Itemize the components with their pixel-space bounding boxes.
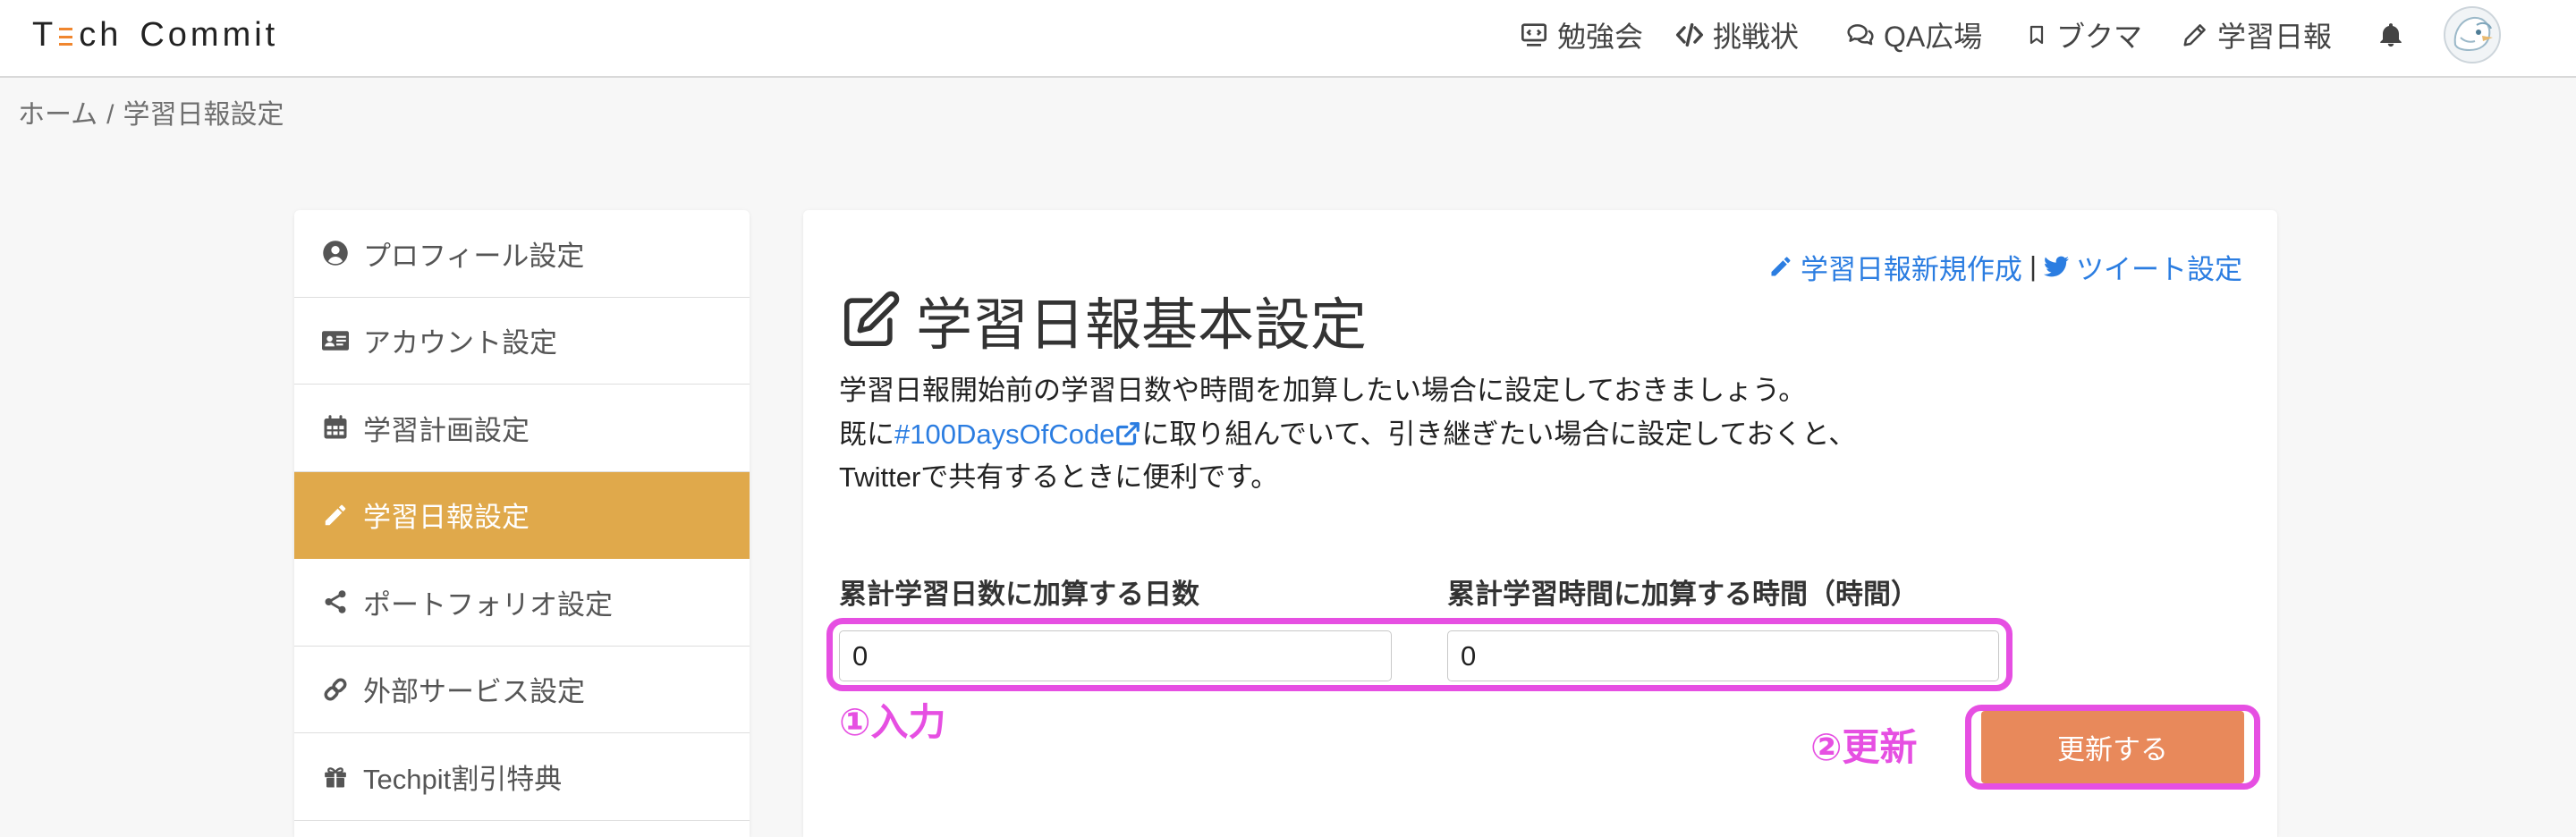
calendar-icon (324, 415, 347, 439)
sidebar-item-account[interactable]: アカウント設定 (294, 298, 750, 385)
sidebar-item-techpit-discount[interactable]: Techpit割引特典 (294, 733, 750, 821)
hours-label: 累計学習時間に加算する時間（時間） (1447, 579, 1919, 610)
user-circle-icon (323, 241, 348, 266)
description-line-1: 学習日報開始前の学習日数や時間を加算したい場合に設定しておきましょう。 (839, 375, 1807, 406)
pencil-icon (1771, 257, 1791, 276)
sidebar-item-label: アカウント設定 (363, 327, 557, 359)
breadcrumb-home-link[interactable]: ホーム (18, 98, 97, 132)
twitter-icon (2044, 256, 2069, 277)
nav-label: QA広場 (1884, 21, 1983, 53)
sidebar-item-label: 外部サービス設定 (363, 676, 585, 708)
code-icon (1675, 22, 1704, 47)
bookmark-icon (2029, 25, 2044, 45)
nav-study-report[interactable]: 学習日報 (2182, 14, 2332, 55)
update-button[interactable]: 更新する (1981, 711, 2244, 783)
logo-letter-t: T (32, 15, 57, 54)
nav-bookmarks[interactable]: ブクマ (2026, 14, 2142, 55)
nav-label: ブクマ (2056, 21, 2143, 53)
sidebar-item-label: プロフィール設定 (363, 240, 585, 272)
edit-icon (843, 291, 900, 347)
avatar[interactable] (2443, 5, 2502, 64)
page-title-text: 学習日報基本設定 (916, 293, 1367, 357)
breadcrumb-separator: / (106, 100, 114, 130)
description-line-2: 既に#100DaysOfCode に取り組んでいて、引き継ぎたい場合に設定しておく… (839, 413, 1856, 457)
nav-label: 挑戦状 (1713, 21, 1800, 53)
sidebar-item-study-report[interactable]: 学習日報設定 (294, 471, 750, 559)
share-icon (325, 590, 346, 613)
gift-icon (325, 767, 346, 788)
sidebar-item-external-services[interactable]: 外部サービス設定 (294, 647, 750, 733)
description: 学習日報開始前の学習日数や時間を加算したい場合に設定しておきましょう。 既に#1… (839, 369, 1856, 500)
page-title: 学習日報基本設定 (839, 286, 1367, 357)
nav-qa-plaza[interactable]: QA広場 (1846, 14, 1982, 55)
logo-word-commit: Commit (140, 15, 279, 54)
sidebar-item-label: 学習計画設定 (363, 414, 530, 446)
id-card-icon (322, 331, 349, 351)
description-line-3: Twitterで共有するときに便利です。 (839, 461, 1279, 493)
days-input[interactable] (839, 630, 1392, 681)
tweet-settings-link[interactable]: ツイート設定 (2044, 247, 2242, 287)
settings-panel: 学習日報新規作成 | ツイート設定 学習日報基本設定 学習日報開始前の学習日数や… (803, 210, 2277, 837)
breadcrumb-current: 学習日報設定 (123, 100, 284, 130)
annotation-step-2: ②更新 (1810, 726, 1918, 768)
breadcrumb: ホーム / 学習日報設定 (18, 98, 284, 132)
external-link-icon (1116, 421, 1140, 445)
top-header: T ch Commit 勉強会 挑戦状 QA広場 ブクマ 学習日報 (0, 0, 2576, 78)
bell-icon[interactable] (2377, 21, 2404, 49)
pencil-icon (2183, 24, 2206, 46)
comments-icon (1847, 24, 1874, 46)
sidebar-item-label: 学習日報設定 (363, 502, 530, 534)
new-report-label: 学習日報新規作成 (1800, 253, 2022, 285)
chalkboard-icon (1521, 23, 1546, 46)
hours-input[interactable] (1447, 630, 1999, 681)
tweet-settings-label: ツイート設定 (2076, 253, 2242, 285)
annotation-step-1: ①入力 (839, 701, 946, 743)
nav-challenge[interactable]: 挑戦状 (1675, 14, 1799, 55)
top-links: 学習日報新規作成 | ツイート設定 (1768, 250, 2242, 285)
description-prefix: 既に (839, 418, 894, 450)
pencil-icon (325, 504, 346, 525)
link-icon (324, 678, 347, 701)
hashtag-link[interactable]: #100DaysOfCode (894, 418, 1141, 450)
nav-label: 学習日報 (2217, 21, 2333, 53)
logo-letters-ch: ch (79, 15, 123, 54)
sidebar-item-study-plan[interactable]: 学習計画設定 (294, 385, 750, 472)
settings-sidebar: プロフィール設定 アカウント設定 学習計画設定 学習日報設定 ポートフォリオ設定… (294, 210, 750, 837)
nav-label: 勉強会 (1557, 21, 1644, 53)
nav-study-session[interactable]: 勉強会 (1520, 14, 1643, 55)
sidebar-item-label: Techpit割引特典 (363, 763, 563, 795)
hashtag-link-text: #100DaysOfCode (894, 418, 1115, 450)
description-suffix: に取り組んでいて、引き継ぎたい場合に設定しておくと、 (1141, 418, 1857, 450)
new-report-link[interactable]: 学習日報新規作成 (1768, 247, 2022, 287)
sidebar-item-profile[interactable]: プロフィール設定 (294, 210, 750, 298)
sidebar-item-label: ポートフォリオ設定 (363, 588, 613, 621)
sidebar-item-portfolio[interactable]: ポートフォリオ設定 (294, 559, 750, 647)
days-label: 累計学習日数に加算する日数 (839, 579, 1199, 610)
logo-e-mark (59, 28, 73, 46)
link-divider: | (2029, 250, 2037, 282)
logo[interactable]: T ch Commit (32, 13, 278, 57)
